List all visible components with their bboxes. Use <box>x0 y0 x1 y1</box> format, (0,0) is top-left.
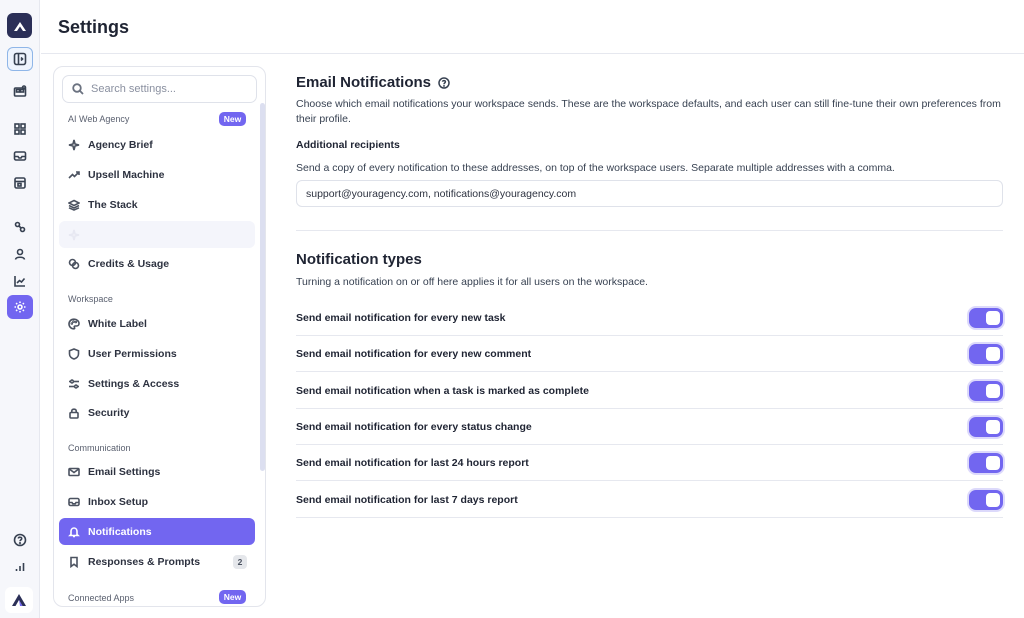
notification-label: Send email notification for every new co… <box>296 347 532 360</box>
recipients-label: Additional recipients <box>296 139 400 151</box>
sidebar-item-label: Security <box>88 406 130 419</box>
workflow-icon[interactable] <box>7 215 33 239</box>
sidebar-scrollbar[interactable] <box>260 103 265 471</box>
recipients-help: Send a copy of every notification to the… <box>296 162 895 174</box>
sidebar-item-label: Email Settings <box>88 465 161 478</box>
help-icon[interactable] <box>7 528 33 552</box>
settings-icon[interactable] <box>7 295 33 319</box>
search-icon <box>72 83 84 95</box>
section-label-connected-apps: Connected Apps <box>68 593 135 603</box>
count-badge: 2 <box>233 554 247 569</box>
page-title: Settings <box>58 17 130 37</box>
sidebar-item-hovered[interactable] <box>59 221 255 248</box>
grid-icon[interactable] <box>7 117 33 141</box>
chart-icon[interactable] <box>7 269 33 293</box>
section-title: Notification types <box>296 251 422 268</box>
sidebar-item-label: Notifications <box>88 525 152 538</box>
settings-sidebar: AI Web Agency New Agency Brief Upsell Ma… <box>53 66 266 607</box>
sparkle-icon <box>68 229 80 240</box>
sidebar-item-label: User Permissions <box>88 347 177 360</box>
mail-icon <box>68 467 80 476</box>
sidebar-item-upsell-machine[interactable]: Upsell Machine <box>59 161 255 188</box>
sparkle-icon <box>68 139 80 150</box>
bell-icon <box>68 526 80 537</box>
palette-icon <box>68 317 80 330</box>
sidebar-item-label: Credits & Usage <box>88 257 170 270</box>
sidebar-item-white-label[interactable]: White Label <box>59 310 255 337</box>
sidebar-item-label: Responses & Prompts <box>88 555 201 568</box>
user-icon[interactable] <box>7 242 33 266</box>
shield-icon <box>68 347 80 360</box>
notification-label: Send email notification for last 7 days … <box>296 493 518 506</box>
sidebar-item-the-stack[interactable]: The Stack <box>59 191 255 218</box>
recipients-input[interactable] <box>296 180 1003 207</box>
inbox-icon[interactable] <box>7 144 33 168</box>
sliders-icon <box>69 378 79 389</box>
email-notifications-heading: Email Notifications <box>296 74 450 91</box>
calendar-icon[interactable] <box>7 171 33 195</box>
sidebar-item-label: The Stack <box>88 198 138 211</box>
sidebar-item-label: Settings & Access <box>88 377 180 390</box>
sidebar-item-agency-brief[interactable]: Agency Brief <box>59 131 255 158</box>
section-label-ai: AI Web Agency <box>68 114 130 124</box>
notification-row: Send email notification for every new co… <box>296 336 1003 372</box>
trend-icon <box>68 170 80 179</box>
new-badge: New <box>219 590 246 604</box>
search-input[interactable] <box>91 83 251 95</box>
notification-label: Send email notification for every status… <box>296 420 532 433</box>
sidebar-item-security[interactable]: Security <box>59 399 255 426</box>
top-bar: Settings <box>41 0 1024 54</box>
notification-row: Send email notification for every status… <box>296 409 1003 445</box>
brand-logo[interactable] <box>5 587 33 613</box>
notification-row: Send email notification for every new ta… <box>296 300 1003 336</box>
sidebar-item-inbox-setup[interactable]: Inbox Setup <box>59 488 255 515</box>
section-label-communication: Communication <box>68 443 131 453</box>
help-icon[interactable] <box>438 76 450 89</box>
sidebar-item-label: Upsell Machine <box>88 168 165 181</box>
email-description: Choose which email notifications your wo… <box>296 98 1001 125</box>
lock-icon <box>69 407 79 419</box>
boxes-icon[interactable] <box>7 80 33 104</box>
notification-label: Send email notification for every new ta… <box>296 311 506 324</box>
sidebar-item-credits-usage[interactable]: Credits & Usage <box>59 250 255 277</box>
notification-toggle[interactable] <box>969 416 1003 437</box>
icon-rail <box>0 0 40 618</box>
sidebar-item-settings-access[interactable]: Settings & Access <box>59 370 255 397</box>
notification-toggle[interactable] <box>969 343 1003 364</box>
search-box[interactable] <box>62 75 257 103</box>
section-label-workspace: Workspace <box>68 294 113 304</box>
notification-label: Send email notification when a task is m… <box>296 384 589 397</box>
notification-toggle[interactable] <box>969 380 1003 401</box>
section-title: Email Notifications <box>296 74 432 91</box>
app-logo[interactable] <box>7 13 32 38</box>
notification-label: Send email notification for last 24 hour… <box>296 456 529 469</box>
sidebar-item-label: Inbox Setup <box>88 495 149 508</box>
sidebar-item-label: White Label <box>88 317 147 330</box>
notification-row: Send email notification for last 24 hour… <box>296 445 1003 481</box>
sidebar-toggle-icon[interactable] <box>7 47 33 71</box>
sidebar-item-user-permissions[interactable]: User Permissions <box>59 340 255 367</box>
notification-row: Send email notification for last 7 days … <box>296 482 1003 518</box>
bar-chart-icon[interactable] <box>7 555 33 579</box>
inbox-icon <box>68 497 80 506</box>
bookmark-icon <box>70 556 78 568</box>
sidebar-item-responses-prompts[interactable]: Responses & Prompts 2 <box>59 548 255 575</box>
notification-toggle[interactable] <box>969 307 1003 328</box>
sidebar-item-email-settings[interactable]: Email Settings <box>59 458 255 485</box>
sidebar-item-notifications[interactable]: Notifications <box>59 518 255 545</box>
new-badge: New <box>219 112 246 126</box>
types-description: Turning a notification on or off here ap… <box>296 276 648 288</box>
notification-toggle[interactable] <box>969 489 1003 510</box>
divider <box>296 230 1003 231</box>
sidebar-item-label: Agency Brief <box>88 138 153 151</box>
notification-types-heading: Notification types <box>296 251 422 268</box>
notification-row: Send email notification when a task is m… <box>296 373 1003 409</box>
notification-toggle[interactable] <box>969 452 1003 473</box>
coins-icon <box>68 258 80 269</box>
layers-icon <box>68 199 80 211</box>
